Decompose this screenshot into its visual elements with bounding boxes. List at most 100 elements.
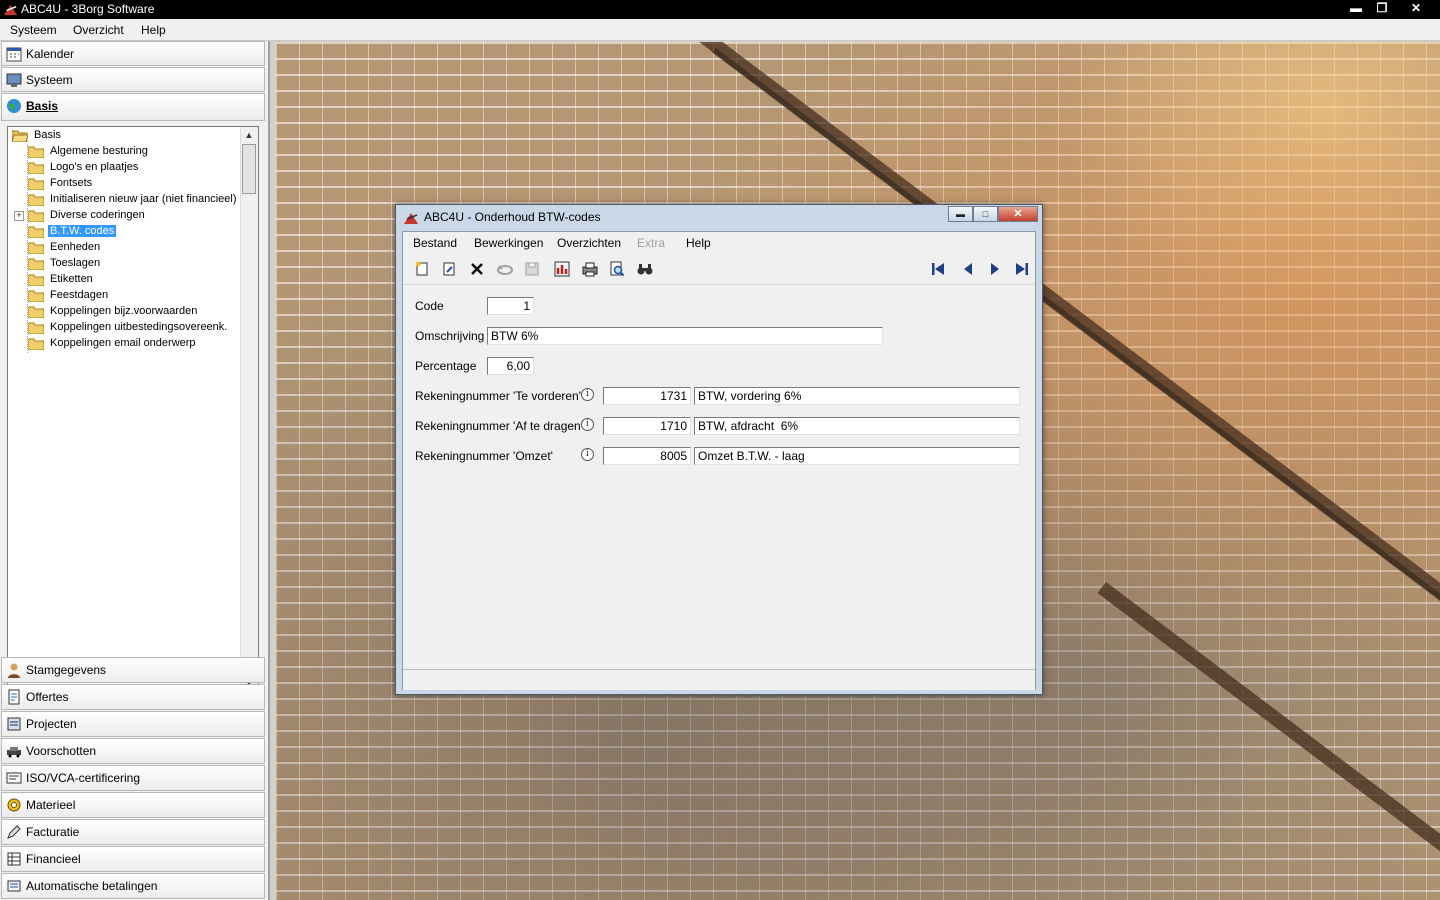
nav-label: Stamgegevens xyxy=(26,663,107,677)
next-record-icon[interactable] xyxy=(986,260,1004,278)
folder-icon xyxy=(28,290,44,302)
undo-icon[interactable] xyxy=(496,260,514,278)
first-record-icon[interactable] xyxy=(929,260,947,278)
tree-item-label: Algemene besturing xyxy=(50,145,148,157)
save-icon[interactable] xyxy=(523,260,541,278)
close-button[interactable]: ✕ xyxy=(1403,0,1429,17)
nav-kalender[interactable]: Kalender xyxy=(1,41,265,66)
af-te-dragen-info-icon[interactable]: i xyxy=(581,418,594,431)
nav-projecten[interactable]: Projecten xyxy=(1,711,265,737)
folder-icon xyxy=(28,194,44,206)
nav-iso-vca-certificering[interactable]: ISO/VCA-certificering xyxy=(1,765,265,791)
minimize-button[interactable]: ▬ xyxy=(1343,0,1369,17)
te-vorderen-number-field[interactable]: 1731 xyxy=(603,387,691,405)
restore-button[interactable]: ❐ xyxy=(1369,0,1395,17)
btw-form: Code 1 Omschrijving BTW 6% Percentage 6,… xyxy=(403,286,1035,666)
percentage-field[interactable]: 6,00 xyxy=(487,357,534,375)
omschrijving-field[interactable]: BTW 6% xyxy=(487,327,883,345)
tree-item-label: Logo's en plaatjes xyxy=(50,161,139,173)
folder-icon xyxy=(28,338,44,350)
folder-icon xyxy=(28,322,44,334)
tree-item-label: Etiketten xyxy=(50,273,93,285)
basis-tree-view[interactable]: Basis Algemene besturing Logo's en plaatj… xyxy=(7,126,259,692)
nav-voorschotten[interactable]: Voorschotten xyxy=(1,738,265,764)
omzet-label: Rekeningnummer 'Omzet' xyxy=(415,449,553,463)
nav-stamgegevens[interactable]: Stamgegevens xyxy=(1,657,265,683)
globe-icon xyxy=(7,99,21,113)
last-record-icon[interactable] xyxy=(1013,260,1031,278)
code-label: Code xyxy=(415,299,444,313)
tree-item-label: Diverse coderingen xyxy=(50,209,145,221)
ledger-icon xyxy=(7,852,21,866)
navigation-panel: Kalender Systeem Basis Basis Algemene be… xyxy=(0,41,270,900)
dialog-minimize-button[interactable]: ▬ xyxy=(948,206,973,222)
dialog-menu-bewerkingen[interactable]: Bewerkingen xyxy=(474,236,543,250)
dialog-menu-overzichten[interactable]: Overzichten xyxy=(557,236,621,250)
scroll-thumb[interactable] xyxy=(242,144,256,194)
nav-basis[interactable]: Basis xyxy=(1,93,265,121)
tree-item-label: Fontsets xyxy=(50,177,93,189)
dialog-menu-extra[interactable]: Extra xyxy=(637,236,665,250)
nav-automatische-betalingen[interactable]: Automatische betalingen xyxy=(1,873,265,899)
main-menu-bar: Systeem Overzicht Help xyxy=(0,19,1440,41)
print-icon[interactable] xyxy=(581,260,599,278)
af-te-dragen-number-field[interactable]: 1710 xyxy=(603,417,691,435)
folder-icon xyxy=(28,210,44,222)
omzet-number-field[interactable]: 8005 xyxy=(603,447,691,465)
preview-icon[interactable] xyxy=(608,260,626,278)
previous-record-icon[interactable] xyxy=(959,260,977,278)
dialog-menu-bestand[interactable]: Bestand xyxy=(413,236,457,250)
edit-icon[interactable] xyxy=(440,260,458,278)
te-vorderen-info-icon[interactable]: i xyxy=(581,388,594,401)
gear-icon xyxy=(7,798,21,812)
tree-item-label: Koppelingen email onderwerp xyxy=(50,337,196,349)
dialog-maximize-button[interactable]: □ xyxy=(973,206,998,222)
expand-icon[interactable]: + xyxy=(14,211,24,221)
menu-help[interactable]: Help xyxy=(141,23,166,37)
new-icon[interactable] xyxy=(413,260,431,278)
calendar-icon xyxy=(6,47,22,62)
pencil-icon xyxy=(7,825,21,839)
folder-icon xyxy=(28,146,44,158)
omschrijving-label: Omschrijving xyxy=(415,329,485,343)
tree-scrollbar[interactable]: ▲ ▼ xyxy=(240,127,258,691)
nav-financieel[interactable]: Financieel xyxy=(1,846,265,872)
te-vorderen-label: Rekeningnummer 'Te vorderen' xyxy=(415,389,581,403)
report-icon[interactable] xyxy=(553,260,571,278)
folder-icon xyxy=(28,162,44,174)
nav-label: Financieel xyxy=(26,852,81,866)
omzet-info-icon[interactable]: i xyxy=(581,448,594,461)
af-te-dragen-label: Rekeningnummer 'Af te dragen' xyxy=(415,419,584,433)
menu-systeem[interactable]: Systeem xyxy=(10,23,57,37)
scroll-up-icon[interactable]: ▲ xyxy=(241,127,257,143)
tree-item-label: B.T.W. codes xyxy=(48,225,117,237)
code-field[interactable]: 1 xyxy=(487,297,534,315)
nav-facturatie[interactable]: Facturatie xyxy=(1,819,265,845)
nav-materieel[interactable]: Materieel xyxy=(1,792,265,818)
open-folder-icon xyxy=(12,130,28,142)
document-icon xyxy=(8,689,20,705)
af-te-dragen-description-field[interactable]: BTW, afdracht 6% xyxy=(694,417,1020,435)
folder-icon xyxy=(28,274,44,286)
nav-offertes[interactable]: Offertes xyxy=(1,684,265,710)
tree-root-label: Basis xyxy=(34,129,61,141)
nav-basis-label: Basis xyxy=(26,99,59,113)
tree-item-label: Koppelingen bijz.voorwaarden xyxy=(50,305,198,317)
delete-icon[interactable] xyxy=(468,260,486,278)
dialog-status-bar xyxy=(403,669,1035,690)
dialog-menu-help[interactable]: Help xyxy=(686,236,711,250)
dialog-menu-bar: Bestand Bewerkingen Overzichten Extra He… xyxy=(403,232,1035,252)
find-icon[interactable] xyxy=(636,260,654,278)
omzet-description-field[interactable]: Omzet B.T.W. - laag xyxy=(694,447,1020,465)
te-vorderen-description-field[interactable]: BTW, vordering 6% xyxy=(694,387,1020,405)
nav-label: Facturatie xyxy=(26,825,80,839)
app-title-bar: ABC4U - 3Borg Software ▬ ❐ ✕ xyxy=(0,0,1440,19)
nav-label: Materieel xyxy=(26,798,76,812)
app-title: ABC4U - 3Borg Software xyxy=(21,2,155,16)
nav-systeem[interactable]: Systeem xyxy=(1,67,265,92)
percentage-label: Percentage xyxy=(415,359,477,373)
btw-codes-dialog: ABC4U - Onderhoud BTW-codes ▬ □ ✕ Bestan… xyxy=(395,204,1043,695)
dialog-close-button[interactable]: ✕ xyxy=(998,206,1038,222)
menu-overzicht[interactable]: Overzicht xyxy=(73,23,124,37)
app-logo-icon xyxy=(3,4,18,16)
